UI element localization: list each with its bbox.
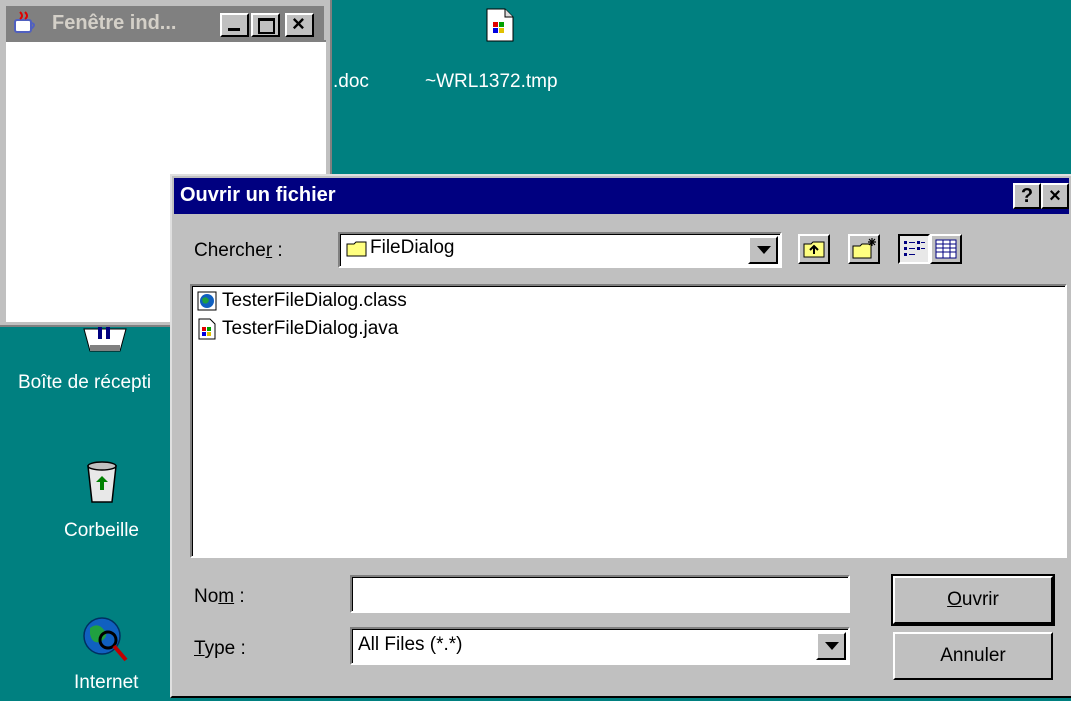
look-in-dropdown-button[interactable] [748,236,778,264]
list-view-icon [904,241,925,256]
maximize-button[interactable] [251,13,280,37]
java-file-icon [198,318,216,340]
folder-icon [346,240,368,258]
new-folder-icon [852,238,876,259]
details-view-icon [935,239,957,259]
java-window-titlebar[interactable]: Fenêtre ind... × [6,6,324,40]
look-in-value: FileDialog [370,237,455,258]
tmp-file-label[interactable]: ~WRL1372.tmp [425,71,558,93]
look-in-label: Chercher : [194,240,283,261]
java-cup-icon [12,10,38,36]
inbox-label[interactable]: Boîte de récepti [18,372,151,394]
java-window-title: Fenêtre ind... [52,12,177,34]
file-type-value: All Files (*.*) [358,634,463,655]
maximize-icon [258,18,275,34]
internet-icon[interactable] [80,614,130,664]
dialog-close-button[interactable]: × [1041,183,1069,209]
recycle-bin-icon[interactable] [82,460,122,504]
look-in-combo[interactable]: FileDialog [338,232,782,268]
tmp-file-icon[interactable] [486,8,514,42]
file-type-label: Type : [194,638,246,659]
class-file-icon [197,291,217,311]
close-button[interactable]: × [285,13,314,37]
inbox-icon[interactable] [80,325,130,355]
file-name-input[interactable] [350,575,850,613]
file-type-combo[interactable]: All Files (*.*) [350,627,850,665]
dialog-titlebar[interactable]: Ouvrir un fichier ? × [174,178,1069,214]
file-type-dropdown-button[interactable] [816,632,846,660]
open-button[interactable]: Ouvrir [891,574,1055,626]
cancel-button[interactable]: Annuler [893,632,1053,680]
details-view-button[interactable] [930,234,962,264]
open-file-dialog: Ouvrir un fichier ? × Chercher : FileDia… [170,174,1071,698]
new-folder-button[interactable] [848,234,880,264]
file-list[interactable]: TesterFileDialog.class TesterFileDialog.… [190,284,1067,558]
close-icon: × [292,11,305,36]
minimize-button[interactable] [220,13,249,37]
file-name-label: Nom : [194,586,245,607]
minimize-icon [228,28,240,31]
dialog-title: Ouvrir un fichier [180,184,336,206]
doc-file-label[interactable]: .doc [333,71,369,93]
internet-label[interactable]: Internet [74,672,138,694]
file-name: TesterFileDialog.class [222,290,407,311]
up-one-level-button[interactable] [798,234,830,264]
file-name: TesterFileDialog.java [222,318,399,339]
up-folder-icon [803,241,825,258]
help-button[interactable]: ? [1013,183,1041,209]
recycle-bin-label[interactable]: Corbeille [64,520,139,542]
list-view-button[interactable] [898,234,930,264]
